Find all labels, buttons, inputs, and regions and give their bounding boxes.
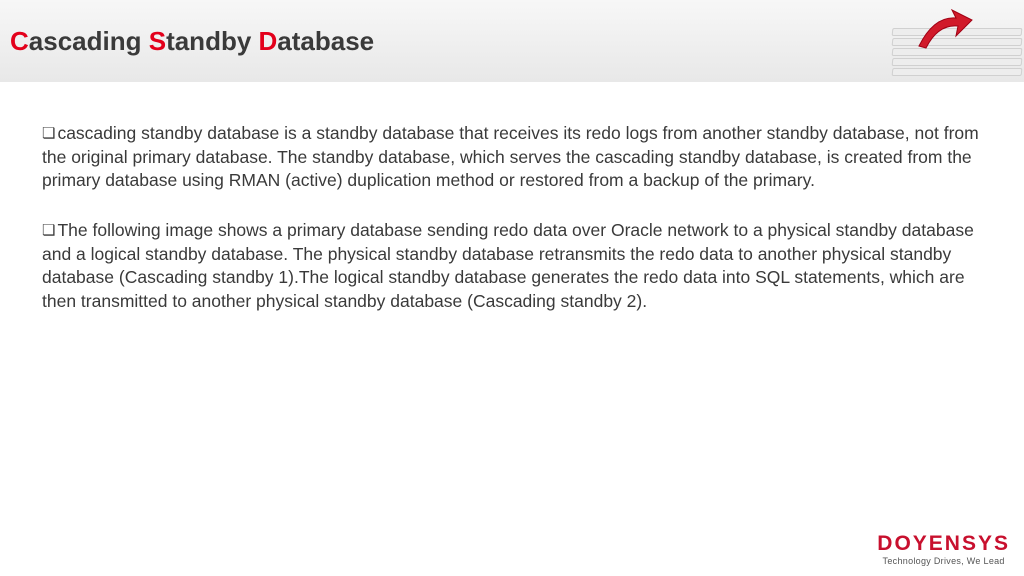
footer-brand: DOYENSYS bbox=[877, 533, 1010, 554]
paragraph-2-text: The following image shows a primary data… bbox=[42, 220, 974, 311]
paragraph-1: ❏cascading standby database is a standby… bbox=[42, 122, 982, 193]
footer-logo: DOYENSYS Technology Drives, We Lead bbox=[877, 533, 1010, 566]
header-band: Cascading Standby Database bbox=[0, 0, 1024, 82]
title-cap-3: D bbox=[259, 26, 278, 56]
title-word-2: tandby bbox=[166, 26, 258, 56]
content-area: ❏cascading standby database is a standby… bbox=[0, 82, 1024, 313]
title-cap-1: C bbox=[10, 26, 29, 56]
corner-graphic bbox=[864, 0, 1024, 82]
page-title: Cascading Standby Database bbox=[10, 26, 374, 57]
bullet-icon: ❏ bbox=[42, 221, 55, 241]
red-arrow-icon bbox=[914, 6, 974, 56]
bullet-icon: ❏ bbox=[42, 124, 55, 144]
footer-tagline: Technology Drives, We Lead bbox=[877, 556, 1010, 566]
title-word-1: ascading bbox=[29, 26, 149, 56]
paragraph-1-text: cascading standby database is a standby … bbox=[42, 123, 979, 190]
paragraph-2: ❏The following image shows a primary dat… bbox=[42, 219, 982, 314]
title-word-3: atabase bbox=[277, 26, 374, 56]
title-cap-2: S bbox=[149, 26, 166, 56]
